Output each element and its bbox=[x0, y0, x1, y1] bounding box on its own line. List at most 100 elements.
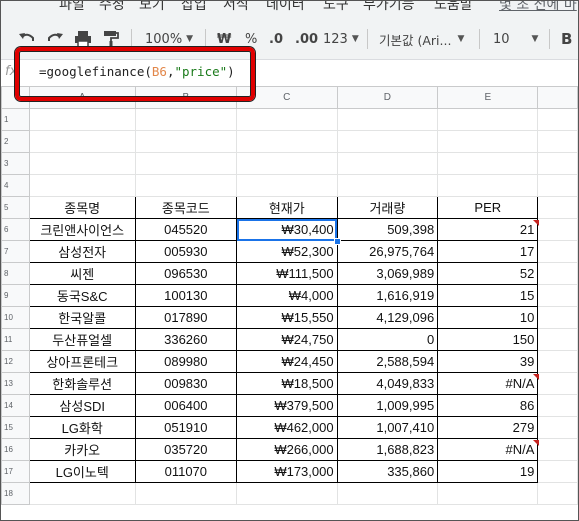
table-cell[interactable]: 1,007,410 bbox=[336, 416, 439, 439]
menu-help[interactable]: 도움말 bbox=[434, 1, 473, 14]
cell[interactable] bbox=[537, 372, 578, 395]
cell[interactable] bbox=[537, 460, 578, 483]
table-cell[interactable]: 005930 bbox=[134, 240, 238, 263]
table-cell[interactable]: 051910 bbox=[134, 416, 238, 439]
table-cell[interactable]: 21 bbox=[437, 218, 539, 241]
row-header[interactable]: 5 bbox=[1, 196, 30, 219]
row-header[interactable]: 16 bbox=[1, 438, 30, 461]
row-header[interactable]: 6 bbox=[1, 218, 30, 241]
table-cell[interactable]: 1,688,823 bbox=[336, 438, 439, 461]
menu-file[interactable]: 파일 bbox=[59, 1, 85, 14]
menu-addons[interactable]: 부가기능 bbox=[363, 1, 415, 14]
table-header-cell[interactable]: PER bbox=[437, 196, 539, 219]
table-cell[interactable]: 0 bbox=[336, 328, 439, 351]
cell[interactable] bbox=[28, 108, 136, 131]
table-cell[interactable]: 두산퓨얼셀 bbox=[28, 328, 136, 351]
cell[interactable] bbox=[537, 262, 578, 285]
table-cell[interactable]: 150 bbox=[437, 328, 539, 351]
selected-cell[interactable]: ₩30,400 bbox=[236, 218, 338, 241]
column-header-e[interactable]: E bbox=[437, 86, 539, 109]
table-cell[interactable]: 1,616,919 bbox=[336, 284, 439, 307]
cell[interactable] bbox=[537, 416, 578, 439]
table-cell[interactable]: ₩24,450 bbox=[236, 350, 338, 373]
cell[interactable] bbox=[236, 482, 338, 505]
table-cell[interactable]: 19 bbox=[437, 460, 539, 483]
table-cell[interactable]: 100130 bbox=[134, 284, 238, 307]
table-cell[interactable]: 006400 bbox=[134, 394, 238, 417]
cell[interactable] bbox=[537, 438, 578, 461]
table-cell[interactable]: 한화솔루션 bbox=[28, 372, 136, 395]
row-header[interactable]: 7 bbox=[1, 240, 30, 263]
table-cell[interactable]: 017890 bbox=[134, 306, 238, 329]
table-cell[interactable]: 045520 bbox=[134, 218, 238, 241]
cell[interactable] bbox=[437, 482, 539, 505]
cell[interactable] bbox=[537, 328, 578, 351]
cell[interactable] bbox=[437, 152, 539, 175]
table-cell[interactable]: 39 bbox=[437, 350, 539, 373]
cell[interactable] bbox=[134, 174, 238, 197]
cell[interactable] bbox=[336, 130, 439, 153]
table-cell[interactable]: LG이노텍 bbox=[28, 460, 136, 483]
table-cell[interactable]: ₩18,500 bbox=[236, 372, 338, 395]
menu-format[interactable]: 서식 bbox=[223, 1, 249, 14]
row-header[interactable]: 13 bbox=[1, 372, 30, 395]
table-cell[interactable]: ₩379,500 bbox=[236, 394, 338, 417]
table-cell[interactable]: ₩111,500 bbox=[236, 262, 338, 285]
table-cell[interactable]: 509,398 bbox=[336, 218, 439, 241]
menu-data[interactable]: 데이터 bbox=[266, 1, 305, 14]
table-cell[interactable]: 17 bbox=[437, 240, 539, 263]
row-header[interactable]: 12 bbox=[1, 350, 30, 373]
cell[interactable] bbox=[437, 130, 539, 153]
table-cell[interactable]: 10 bbox=[437, 306, 539, 329]
column-header-d[interactable]: D bbox=[336, 86, 439, 109]
table-cell[interactable]: ₩462,000 bbox=[236, 416, 338, 439]
table-cell[interactable]: 26,975,764 bbox=[336, 240, 439, 263]
cell[interactable] bbox=[537, 174, 578, 197]
cell[interactable] bbox=[28, 130, 136, 153]
row-header[interactable]: 9 bbox=[1, 284, 30, 307]
table-cell[interactable]: ₩173,000 bbox=[236, 460, 338, 483]
row-header[interactable]: 10 bbox=[1, 306, 30, 329]
table-cell[interactable]: 4,129,096 bbox=[336, 306, 439, 329]
cell[interactable] bbox=[537, 108, 578, 131]
table-cell[interactable]: 3,069,989 bbox=[336, 262, 439, 285]
cell[interactable] bbox=[236, 152, 338, 175]
row-header[interactable]: 2 bbox=[1, 130, 30, 153]
cell[interactable] bbox=[537, 306, 578, 329]
menu-view[interactable]: 보기 bbox=[139, 1, 165, 14]
menu-insert[interactable]: 삽입 bbox=[181, 1, 207, 14]
column-header-f[interactable] bbox=[537, 86, 578, 109]
table-cell[interactable]: #N/A bbox=[437, 438, 539, 461]
table-cell[interactable]: 011070 bbox=[134, 460, 238, 483]
table-cell[interactable]: 035720 bbox=[134, 438, 238, 461]
row-header[interactable]: 3 bbox=[1, 152, 30, 175]
cell[interactable] bbox=[134, 108, 238, 131]
cell[interactable] bbox=[236, 130, 338, 153]
cell[interactable] bbox=[28, 152, 136, 175]
table-cell[interactable]: 096530 bbox=[134, 262, 238, 285]
table-cell[interactable]: 335,860 bbox=[336, 460, 439, 483]
cell[interactable] bbox=[134, 152, 238, 175]
table-header-cell[interactable]: 종목명 bbox=[28, 196, 136, 219]
decrease-decimal-button[interactable]: .0 bbox=[269, 27, 283, 51]
table-cell[interactable]: 동국S&C bbox=[28, 284, 136, 307]
table-cell[interactable]: 86 bbox=[437, 394, 539, 417]
cell[interactable] bbox=[134, 482, 238, 505]
bold-button[interactable]: B bbox=[561, 27, 572, 51]
table-cell[interactable]: 1,009,995 bbox=[336, 394, 439, 417]
table-cell[interactable]: 52 bbox=[437, 262, 539, 285]
more-formats-button[interactable]: 123 ▼ bbox=[323, 27, 359, 51]
row-header[interactable]: 11 bbox=[1, 328, 30, 351]
cell[interactable] bbox=[537, 152, 578, 175]
table-cell[interactable]: 009830 bbox=[134, 372, 238, 395]
row-header[interactable]: 15 bbox=[1, 416, 30, 439]
table-cell[interactable]: 279 bbox=[437, 416, 539, 439]
cell[interactable] bbox=[437, 174, 539, 197]
last-edit-link[interactable]: 몇 초 전에 마 bbox=[499, 1, 577, 14]
font-select[interactable]: 기본값 (Ari... ▼ bbox=[379, 27, 464, 51]
cell[interactable] bbox=[537, 350, 578, 373]
table-cell[interactable]: 089980 bbox=[134, 350, 238, 373]
fill-handle[interactable] bbox=[334, 237, 342, 245]
cell[interactable] bbox=[537, 218, 578, 241]
table-cell[interactable]: LG화학 bbox=[28, 416, 136, 439]
